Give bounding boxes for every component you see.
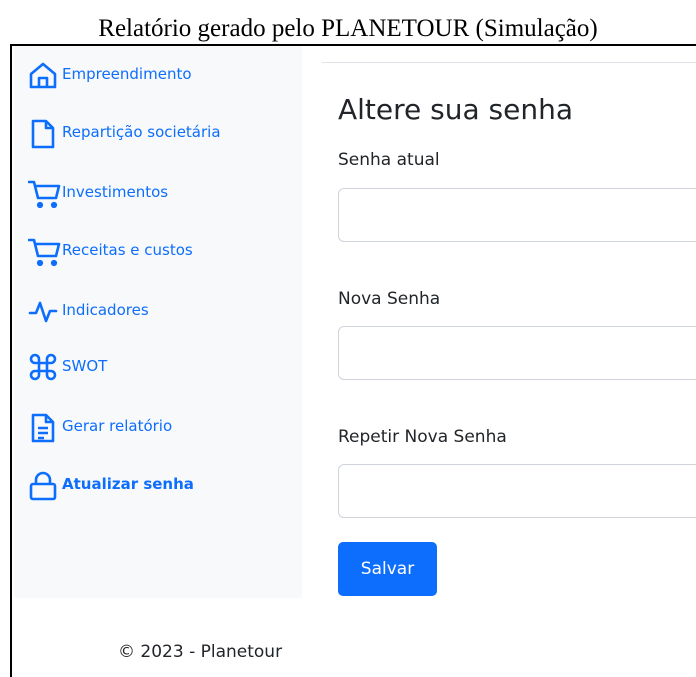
- repeat-password-input[interactable]: [338, 464, 696, 518]
- sidebar: Empreendimento Repartição societária Inv…: [14, 46, 302, 598]
- sidebar-item-investimentos[interactable]: Investimentos: [28, 178, 168, 218]
- sidebar-item-swot[interactable]: SWOT: [28, 352, 107, 392]
- sidebar-item-label: Indicadores: [62, 301, 149, 319]
- sidebar-item-reparticao-societaria[interactable]: Repartição societária: [28, 118, 221, 158]
- sidebar-item-label: Receitas e custos: [62, 241, 193, 259]
- page-title: Altere sua senha: [338, 93, 574, 126]
- cart-icon: [28, 178, 61, 210]
- lock-icon: [28, 470, 58, 502]
- sidebar-item-receitas-e-custos[interactable]: Receitas e custos: [28, 236, 193, 276]
- command-icon: [28, 352, 58, 384]
- house-icon: [28, 60, 58, 92]
- file-icon: [28, 118, 58, 150]
- sidebar-item-empreendimento[interactable]: Empreendimento: [28, 60, 192, 100]
- current-password-input[interactable]: [338, 188, 696, 242]
- sidebar-item-label: Atualizar senha: [62, 475, 194, 493]
- sidebar-item-atualizar-senha[interactable]: Atualizar senha: [28, 470, 194, 510]
- file-text-icon: [28, 412, 58, 444]
- current-password-label: Senha atual: [338, 150, 440, 170]
- repeat-password-label: Repetir Nova Senha: [338, 427, 507, 447]
- save-button[interactable]: Salvar: [338, 542, 437, 596]
- sidebar-item-gerar-relatorio[interactable]: Gerar relatório: [28, 412, 172, 452]
- sidebar-item-label: Investimentos: [62, 183, 169, 201]
- new-password-label: Nova Senha: [338, 289, 441, 309]
- sidebar-item-label: Empreendimento: [62, 65, 192, 83]
- activity-icon: [28, 296, 58, 328]
- new-password-input[interactable]: [338, 326, 696, 380]
- report-caption: Relatório gerado pelo PLANETOUR (Simulaç…: [98, 15, 598, 42]
- sidebar-item-indicadores[interactable]: Indicadores: [28, 296, 149, 336]
- sidebar-item-label: Gerar relatório: [62, 417, 173, 435]
- sidebar-item-label: SWOT: [62, 357, 108, 375]
- cart-icon: [28, 236, 61, 268]
- content-divider: [322, 62, 696, 63]
- sidebar-item-label: Repartição societária: [62, 123, 221, 141]
- footer-copyright: © 2023 - Planetour: [118, 642, 283, 662]
